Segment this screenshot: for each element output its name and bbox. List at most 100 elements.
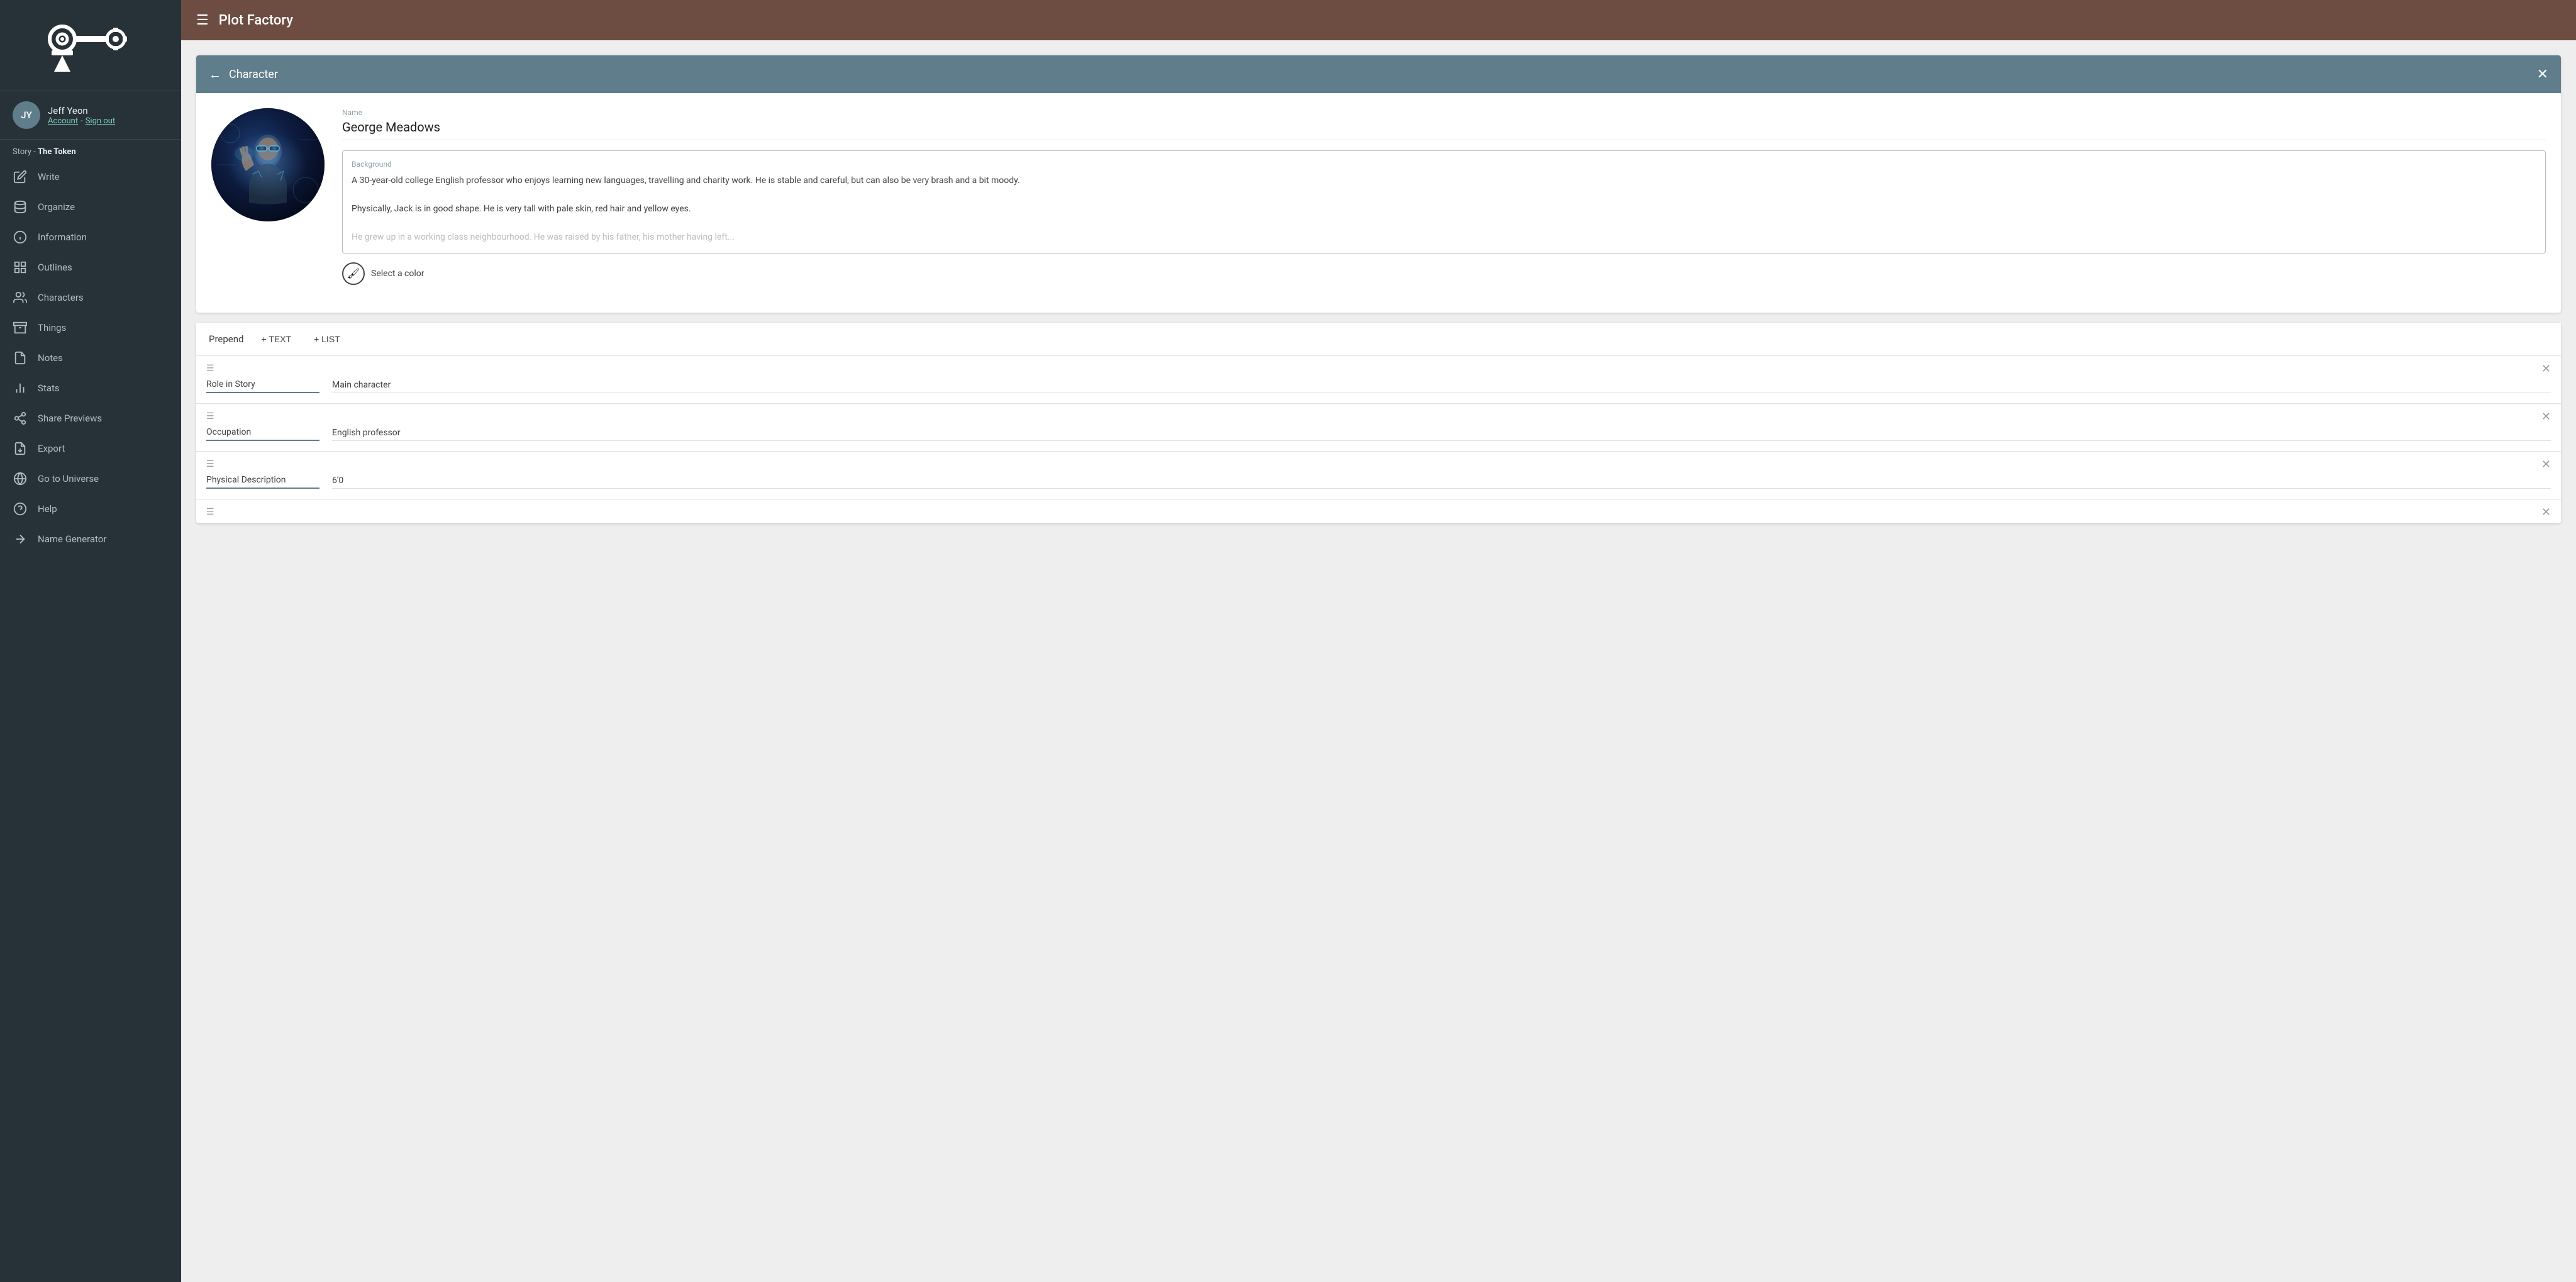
sidebar-item-help[interactable]: Help [0, 494, 181, 524]
section-key-physical[interactable]: Physical Description [206, 475, 319, 489]
sidebar-item-write[interactable]: Write [0, 162, 181, 192]
magic-icon [13, 532, 28, 547]
box-icon [13, 320, 28, 335]
back-arrow-icon[interactable]: ← [209, 67, 221, 82]
section-handle-row-2: ☰ ✕ [196, 404, 2561, 427]
remove-section-button[interactable]: ✕ [2541, 362, 2551, 376]
drag-handle-icon-4[interactable]: ☰ [206, 507, 216, 517]
sidebar-item-stats[interactable]: Stats [0, 373, 181, 403]
section-val-role[interactable]: Main character [332, 380, 2551, 393]
sidebar-user-section: JY Jeff Yeon Account - Sign out [0, 91, 181, 140]
menu-icon[interactable]: ☰ [196, 13, 209, 28]
color-select[interactable]: 🖌 Select a color [342, 262, 2546, 285]
sidebar-item-help-label: Help [38, 503, 57, 515]
account-link[interactable]: Account [48, 116, 78, 126]
background-box: Background A 30-year-old college English… [342, 150, 2546, 254]
sidebar-item-things-label: Things [38, 322, 66, 333]
remove-section-button-4[interactable]: ✕ [2541, 506, 2551, 519]
drag-handle-icon-3[interactable]: ☰ [206, 459, 216, 469]
sidebar-item-notes[interactable]: Notes [0, 343, 181, 373]
topbar: ☰ Plot Factory [181, 0, 2576, 40]
signout-link[interactable]: Sign out [86, 116, 115, 126]
section-item-occupation: ☰ ✕ Occupation English professor [196, 404, 2561, 452]
character-card: ← Character ✕ [196, 55, 2561, 313]
section-item-empty: ☰ ✕ [196, 499, 2561, 523]
sidebar-item-go-to-universe[interactable]: Go to Universe [0, 464, 181, 494]
sidebar-item-name-generator-label: Name Generator [38, 533, 106, 545]
user-info: Jeff Yeon Account - Sign out [48, 105, 115, 126]
card-header-title: Character [229, 68, 278, 81]
background-text[interactable]: A 30-year-old college English professor … [352, 174, 2536, 244]
main-area: ☰ Plot Factory ← Character ✕ [181, 0, 2576, 1282]
sidebar-item-organize[interactable]: Organize [0, 192, 181, 222]
avatar-illustration [211, 108, 325, 221]
sections-area: Prepend + TEXT + LIST ☰ ✕ Role in Story … [196, 323, 2561, 523]
sidebar-item-write-label: Write [38, 171, 60, 182]
sidebar-item-export-label: Export [38, 443, 65, 454]
sidebar-logo [0, 0, 181, 91]
close-button[interactable]: ✕ [2537, 66, 2548, 82]
sidebar-item-information-label: Information [38, 231, 87, 243]
prepend-label: Prepend [209, 333, 243, 345]
section-val-physical[interactable]: 6'0 [332, 476, 2551, 489]
card-header: ← Character ✕ [196, 55, 2561, 93]
character-avatar [211, 108, 325, 221]
layers-icon [13, 199, 28, 215]
section-handle-row-4: ☰ ✕ [196, 499, 2561, 523]
add-text-button[interactable]: + TEXT [256, 332, 296, 347]
sidebar-item-share-previews[interactable]: Share Previews [0, 403, 181, 433]
char-info: Name George Meadows Background A 30-year… [211, 108, 2546, 285]
section-fields: Role in Story Main character [196, 379, 2561, 403]
sidebar-item-organize-label: Organize [38, 201, 75, 213]
color-picker-icon: 🖌 [342, 262, 365, 285]
color-select-label: Select a color [371, 269, 424, 279]
sidebar: JY Jeff Yeon Account - Sign out Story - … [0, 0, 181, 1282]
section-item-physical: ☰ ✕ Physical Description 6'0 [196, 452, 2561, 499]
avatar: JY [13, 101, 40, 129]
avatar-initials: JY [21, 109, 32, 121]
remove-section-button-2[interactable]: ✕ [2541, 410, 2551, 423]
story-label: Story - The Token [0, 140, 181, 162]
sidebar-item-share-previews-label: Share Previews [38, 413, 102, 424]
section-fields-2: Occupation English professor [196, 427, 2561, 451]
user-name: Jeff Yeon [48, 105, 115, 116]
sidebar-item-information[interactable]: Information [0, 222, 181, 252]
pencil-icon [13, 169, 28, 184]
section-key-role[interactable]: Role in Story [206, 379, 319, 393]
logo-svg [28, 15, 153, 78]
background-label: Background [352, 160, 2536, 169]
section-val-occupation[interactable]: English professor [332, 428, 2551, 441]
sidebar-item-name-generator[interactable]: Name Generator [0, 524, 181, 554]
share-icon [13, 411, 28, 426]
character-avatar-image [211, 108, 325, 221]
sidebar-item-characters[interactable]: Characters [0, 282, 181, 313]
sidebar-item-export[interactable]: Export [0, 433, 181, 464]
char-details: Name George Meadows Background A 30-year… [342, 108, 2546, 285]
remove-section-button-3[interactable]: ✕ [2541, 458, 2551, 471]
section-item-role: ☰ ✕ Role in Story Main character [196, 356, 2561, 404]
card-body: Name George Meadows Background A 30-year… [196, 93, 2561, 313]
export-icon [13, 441, 28, 456]
section-handle-row: ☰ ✕ [196, 356, 2561, 379]
name-field-label: Name [342, 108, 2546, 117]
topbar-title: Plot Factory [219, 13, 293, 28]
drag-handle-icon[interactable]: ☰ [206, 364, 216, 374]
sidebar-item-go-to-universe-label: Go to Universe [38, 473, 99, 484]
note-icon [13, 350, 28, 365]
sidebar-item-notes-label: Notes [38, 352, 63, 364]
user-links: Account - Sign out [48, 116, 115, 126]
globe-icon [13, 471, 28, 486]
add-list-button[interactable]: + LIST [309, 332, 345, 347]
drag-handle-icon-2[interactable]: ☰ [206, 411, 216, 421]
sidebar-item-characters-label: Characters [38, 292, 84, 303]
sidebar-item-outlines-label: Outlines [38, 262, 72, 273]
prepend-bar: Prepend + TEXT + LIST [196, 323, 2561, 356]
info-icon [13, 230, 28, 245]
name-field-value[interactable]: George Meadows [342, 120, 2546, 140]
sidebar-item-things[interactable]: Things [0, 313, 181, 343]
outlines-icon [13, 260, 28, 275]
section-key-occupation[interactable]: Occupation [206, 427, 319, 441]
sidebar-item-outlines[interactable]: Outlines [0, 252, 181, 282]
chart-icon [13, 381, 28, 396]
sidebar-item-stats-label: Stats [38, 382, 60, 394]
